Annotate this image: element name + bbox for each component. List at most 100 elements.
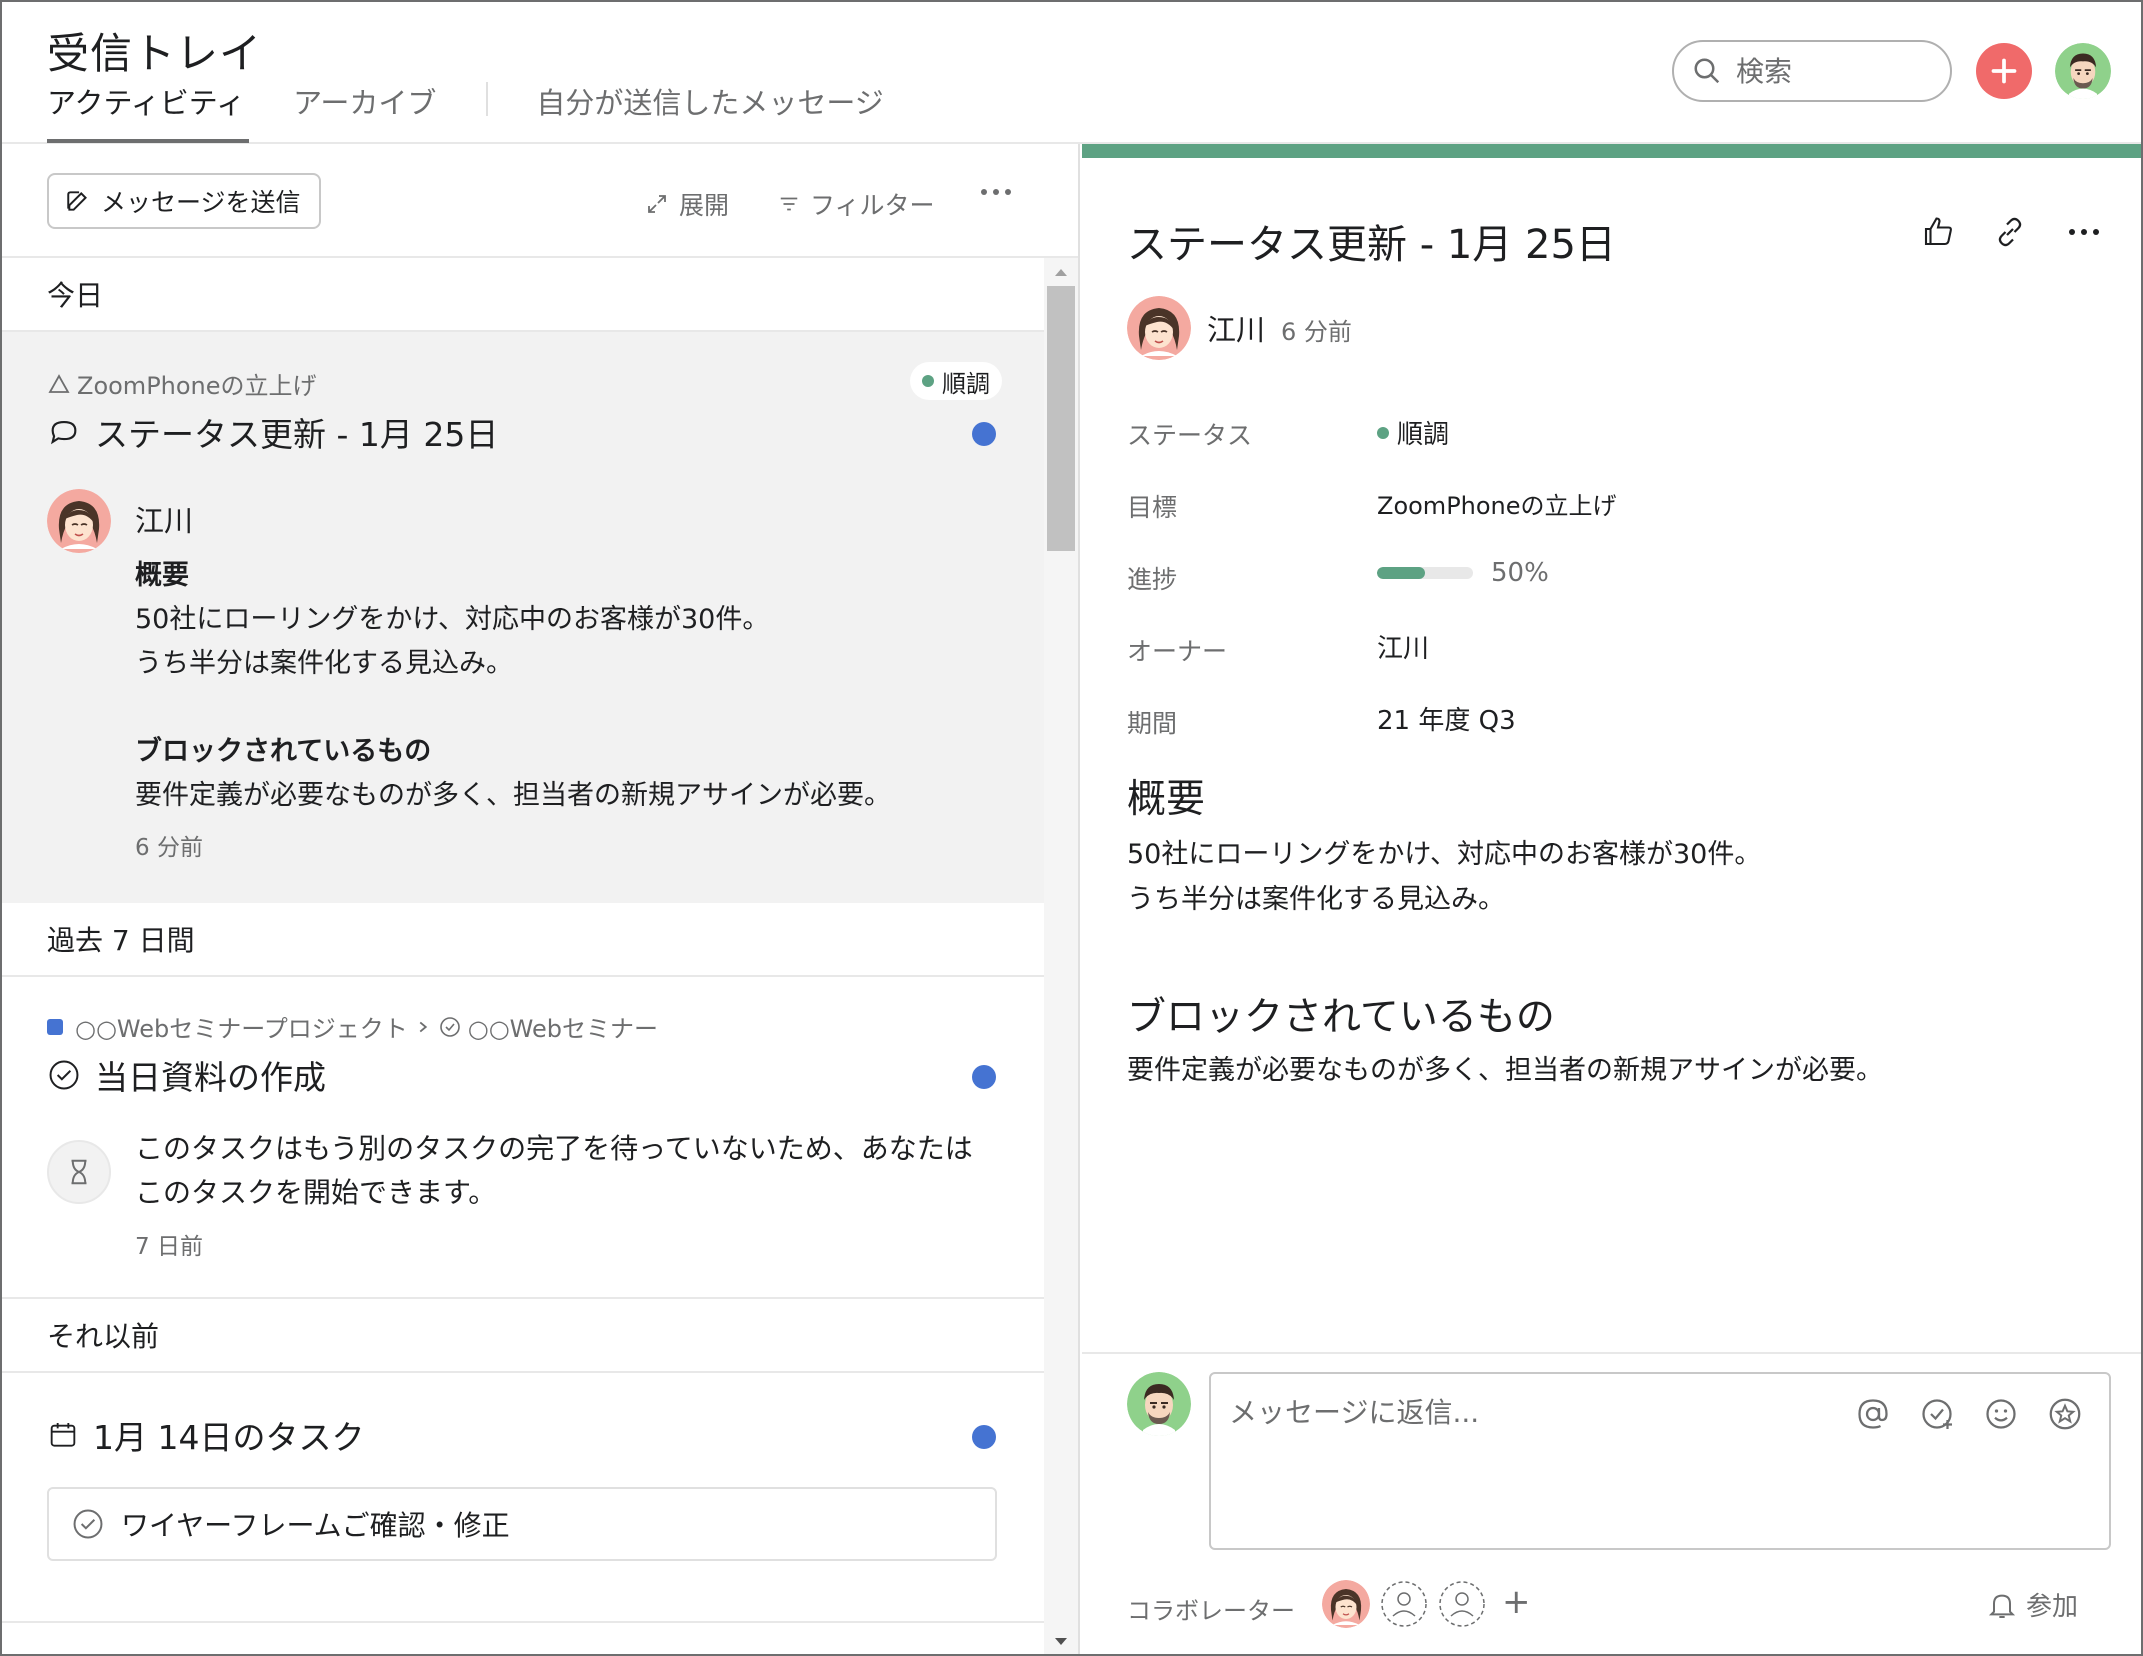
section-older: それ以前 <box>2 1299 1044 1373</box>
goal-icon <box>48 373 70 393</box>
field-value-owner[interactable]: 江川 <box>1377 628 1429 665</box>
inbox-window: 受信トレイ アクティビティ アーカイブ 自分が送信したメッセージ メッセージを送… <box>0 0 2143 1656</box>
field-label-goal: 目標 <box>1127 493 1178 522</box>
summary-heading: 概要 <box>135 560 189 591</box>
task-create-icon[interactable] <box>1919 1396 1955 1432</box>
reply-composer: コラボレーター + 参加 <box>1082 1352 2141 1656</box>
add-button[interactable] <box>1976 43 2032 99</box>
chevron-right-icon <box>419 1021 427 1032</box>
detail-summary-line-2: うち半分は案件化する見込み。 <box>1127 884 1505 915</box>
detail-title: ステータス更新 - 1月 25日 <box>1127 222 1616 268</box>
top-header: 受信トレイ アクティビティ アーカイブ 自分が送信したメッセージ <box>2 2 2141 144</box>
task-title[interactable]: 当日資料の作成 <box>47 1051 326 1099</box>
system-avatar <box>47 1140 111 1204</box>
field-value-goal[interactable]: ZoomPhoneの立上げ <box>1377 486 1617 521</box>
bell-icon <box>1988 1594 2016 1618</box>
task-breadcrumb[interactable]: ○○Webセミナープロジェクト ○○Webセミナー <box>47 1009 658 1044</box>
task-title-text: 当日資料の作成 <box>95 1058 326 1097</box>
inbox-list-pane: メッセージを送信 展開 フィルター 今日 ZoomPhoneの立上げ 順調 ステ… <box>2 144 1080 1654</box>
expand-icon <box>648 195 666 213</box>
subtask-check-icon <box>73 1509 103 1539</box>
detail-author-name: 江川 <box>1207 313 1266 347</box>
task-message-line-2: このタスクを開始できます。 <box>135 1176 497 1209</box>
task-timestamp: 7 日前 <box>135 1234 203 1260</box>
list-scrollbar[interactable] <box>1044 258 1078 1654</box>
join-button[interactable]: 参加 <box>1986 1586 2078 1623</box>
unread-indicator[interactable] <box>972 422 996 446</box>
task-card[interactable]: ○○Webセミナープロジェクト ○○Webセミナー 当日資料の作成 このタスクは… <box>2 977 1044 1299</box>
blockers-line: 要件定義が必要なものが多く、担当者の新規アサインが必要。 <box>135 780 891 811</box>
send-message-label: メッセージを送信 <box>101 188 301 217</box>
reply-input[interactable] <box>1229 1396 1829 1429</box>
message-detail-pane: ステータス更新 - 1月 25日 江川 6 分前 ステータス 順調 目標 Zoo… <box>1082 144 2141 1656</box>
empty-collaborator-icon[interactable] <box>1438 1580 1486 1628</box>
add-collaborator-button[interactable]: + <box>1502 1582 1531 1622</box>
more-icon[interactable] <box>2066 220 2102 244</box>
status-value: 順調 <box>1397 420 1450 450</box>
detail-author-avatar <box>1127 296 1191 360</box>
search-box[interactable] <box>1672 40 1952 102</box>
list-toolbar: メッセージを送信 展開 フィルター <box>2 144 1078 258</box>
progress-bar-fill <box>1377 567 1425 579</box>
field-value-period[interactable]: 21 年度 Q3 <box>1377 700 1516 737</box>
summary-line-2: うち半分は案件化する見込み。 <box>135 648 513 679</box>
tab-sent-messages[interactable]: 自分が送信したメッセージ <box>536 80 883 142</box>
scroll-down-arrow-icon[interactable] <box>1053 1636 1069 1648</box>
emoji-icon[interactable] <box>1983 1396 2019 1432</box>
page-title: 受信トレイ <box>47 29 263 78</box>
search-input[interactable] <box>1736 54 1936 88</box>
like-icon[interactable] <box>1920 214 1956 250</box>
send-message-button[interactable]: メッセージを送信 <box>47 173 321 229</box>
unread-indicator[interactable] <box>972 1065 996 1089</box>
appreciation-star-icon[interactable] <box>2047 1396 2083 1432</box>
summary-line-1: 50社にローリングをかけ、対応中のお客様が30件。 <box>135 604 770 635</box>
expand-button[interactable]: 展開 <box>645 186 729 222</box>
scroll-up-arrow-icon[interactable] <box>1053 266 1069 278</box>
current-user-avatar <box>1127 1372 1191 1436</box>
task-parent-name: ○○Webセミナー <box>467 1015 658 1043</box>
detail-blockers-line: 要件定義が必要なものが多く、担当者の新規アサインが必要。 <box>1127 1055 1883 1086</box>
tab-archive[interactable]: アーカイブ <box>293 80 436 142</box>
collaborator-avatar[interactable] <box>1322 1580 1370 1628</box>
progress-bar <box>1377 567 1473 579</box>
daily-task-card[interactable]: 1月 14日のタスク ワイヤーフレームご確認・修正 <box>2 1373 1044 1623</box>
reply-box[interactable] <box>1209 1372 2111 1550</box>
card-project-crumb[interactable]: ZoomPhoneの立上げ <box>47 366 317 401</box>
inbox-list: 今日 ZoomPhoneの立上げ 順調 ステータス更新 - 1月 25日 江川 <box>2 258 1044 1654</box>
status-update-card[interactable]: ZoomPhoneの立上げ 順調 ステータス更新 - 1月 25日 江川 概要 … <box>2 332 1044 903</box>
mention-icon[interactable] <box>1855 1396 1891 1432</box>
user-avatar[interactable] <box>2055 43 2111 99</box>
expand-label: 展開 <box>679 191 730 220</box>
hourglass-icon <box>71 1159 87 1185</box>
link-icon[interactable] <box>1992 214 2028 250</box>
blockers-heading: ブロックされているもの <box>135 736 432 767</box>
field-label-period: 期間 <box>1127 709 1178 738</box>
empty-collaborator-icon[interactable] <box>1380 1580 1428 1628</box>
detail-blockers-heading: ブロックされているもの <box>1127 995 1555 1040</box>
daily-task-title[interactable]: 1月 14日のタスク <box>47 1411 364 1459</box>
compose-icon <box>67 191 87 211</box>
subtask-item[interactable]: ワイヤーフレームご確認・修正 <box>47 1487 997 1561</box>
field-label-owner: オーナー <box>1127 637 1228 666</box>
check-circle-icon <box>439 1016 460 1037</box>
more-options-button[interactable] <box>978 180 1024 204</box>
progress-value: 50% <box>1491 558 1549 588</box>
comment-icon <box>50 421 77 445</box>
filter-button[interactable]: フィルター <box>778 186 935 222</box>
scrollbar-thumb[interactable] <box>1047 286 1075 551</box>
field-label-progress: 進捗 <box>1127 565 1178 594</box>
inbox-tabs: アクティビティ アーカイブ 自分が送信したメッセージ <box>47 80 932 144</box>
field-value-progress: 50% <box>1377 558 1549 588</box>
field-value-status[interactable]: 順調 <box>1377 414 1449 451</box>
status-color-bar <box>1082 144 2141 158</box>
subtask-label: ワイヤーフレームご確認・修正 <box>121 1509 510 1542</box>
card-timestamp: 6 分前 <box>135 835 203 861</box>
detail-summary-line-1: 50社にローリングをかけ、対応中のお客様が30件。 <box>1127 839 1762 870</box>
author-avatar <box>47 489 111 553</box>
task-check-icon <box>49 1060 79 1090</box>
status-badge: 順調 <box>910 362 1002 400</box>
unread-indicator[interactable] <box>972 1425 996 1449</box>
tab-activity[interactable]: アクティビティ <box>47 80 250 143</box>
project-color-square <box>47 1018 63 1035</box>
card-title[interactable]: ステータス更新 - 1月 25日 <box>47 408 498 456</box>
